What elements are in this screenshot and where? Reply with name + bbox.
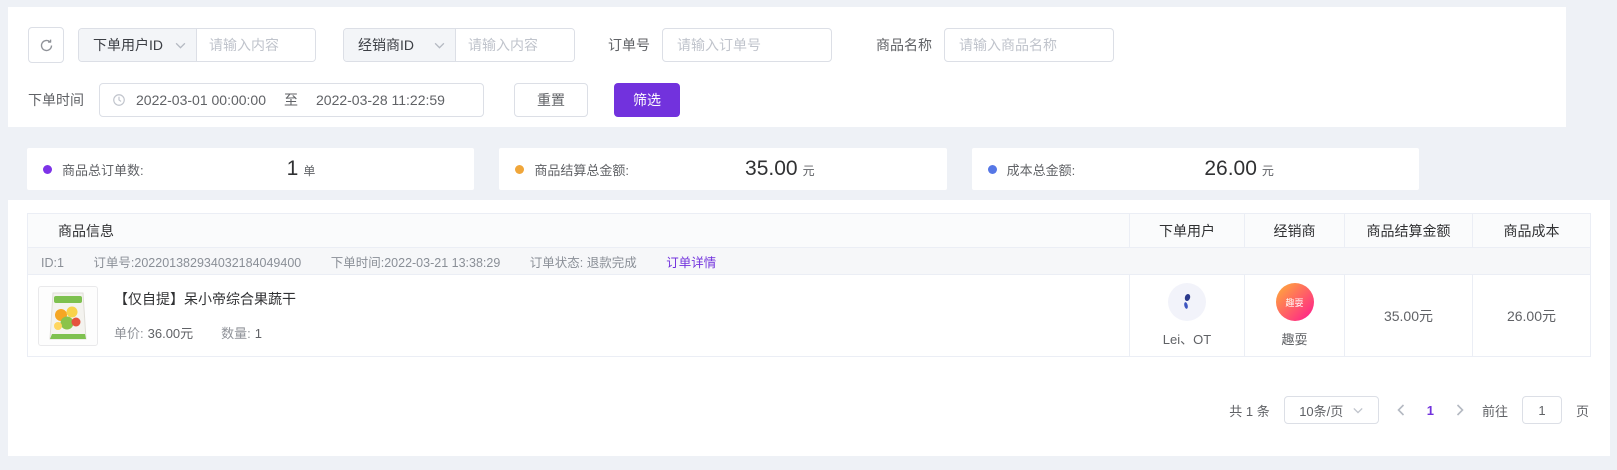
order-no-input[interactable]	[662, 28, 832, 62]
refresh-icon	[39, 38, 54, 53]
order-time-start: 2022-03-01 00:00:00	[136, 92, 266, 108]
product-price: 单价:36.00元	[114, 323, 193, 342]
order-time: 下单时间:2022-03-21 13:38:29	[331, 256, 501, 270]
stat-value: 35.00	[745, 157, 798, 181]
order-no: 订单号:202201382934032184049400	[93, 256, 301, 270]
header-dealer: 经销商	[1245, 214, 1345, 248]
stat-unit: 元	[803, 162, 815, 179]
chevron-right-icon	[1456, 404, 1464, 416]
order-time-range-input[interactable]: 2022-03-01 00:00:00 至 2022-03-28 11:22:5…	[99, 83, 484, 117]
chevron-down-icon	[434, 42, 445, 49]
order-detail-link[interactable]: 订单详情	[666, 256, 716, 270]
chevron-down-icon	[175, 42, 186, 49]
product-qty: 数量:1	[221, 323, 262, 342]
order-time-separator: 至	[276, 90, 306, 110]
table-header-row: 商品信息 下单用户 经销商 商品结算金额 商品成本	[28, 214, 1591, 248]
dealer-id-select-value: 经销商ID	[358, 35, 414, 55]
goto-label: 前往	[1482, 401, 1508, 420]
reset-button[interactable]: 重置	[514, 83, 588, 117]
buyer-id-select[interactable]: 下单用户ID	[79, 29, 197, 61]
product-name-input[interactable]	[944, 28, 1114, 62]
page-size-select[interactable]: 10条/页	[1284, 396, 1379, 424]
header-cost: 商品成本	[1473, 214, 1591, 248]
clock-icon	[112, 93, 126, 107]
stat-label: 成本总金额:	[1007, 160, 1076, 179]
pagination: 共 1 条 10条/页 1 前往 页	[27, 396, 1591, 424]
header-buyer: 下单用户	[1130, 214, 1245, 248]
stat-label: 商品结算总金额:	[534, 160, 629, 179]
chevron-left-icon	[1397, 404, 1405, 416]
filter-panel: 下单用户ID 经销商ID 订单号 商品名称 下单时间	[8, 7, 1566, 127]
next-page-button[interactable]	[1452, 404, 1468, 416]
product-title: 【仅自提】呆小帝综合果蔬干	[114, 289, 296, 309]
page-number-current[interactable]: 1	[1423, 403, 1438, 418]
dealer-id-filter-group: 经销商ID	[343, 28, 575, 62]
stat-card-settle-total: 商品结算总金额: 35.00 元	[499, 148, 946, 190]
header-settle-amount: 商品结算金额	[1345, 214, 1473, 248]
page-size-value: 10条/页	[1299, 401, 1343, 420]
stat-unit: 元	[1262, 162, 1274, 179]
buyer-name: Lei、OT	[1163, 332, 1211, 347]
cost-cell: 26.00元	[1473, 275, 1591, 357]
order-id: ID:1	[41, 256, 64, 270]
order-product-row: 【仅自提】呆小帝综合果蔬干 单价:36.00元 数量:1 Lei、OT	[28, 275, 1591, 357]
stat-card-order-count: 商品总订单数: 1 单	[27, 148, 474, 190]
purple-dot-icon	[43, 165, 52, 174]
product-name-label: 商品名称	[876, 35, 932, 55]
buyer-id-input[interactable]	[197, 29, 315, 61]
product-info-cell: 【仅自提】呆小帝综合果蔬干 单价:36.00元 数量:1	[28, 275, 1130, 357]
stat-value: 26.00	[1204, 157, 1257, 181]
stat-card-cost-total: 成本总金额: 26.00 元	[972, 148, 1419, 190]
filter-button[interactable]: 筛选	[614, 83, 680, 117]
order-time-label: 下单时间	[28, 90, 84, 110]
dealer-id-select[interactable]: 经销商ID	[344, 29, 456, 61]
pagination-total: 共 1 条	[1229, 401, 1269, 420]
dealer-avatar: 趣耍	[1276, 283, 1314, 321]
settle-amount-cell: 35.00元	[1345, 275, 1473, 357]
filter-row-2: 下单时间 2022-03-01 00:00:00 至 2022-03-28 11…	[28, 83, 1566, 117]
buyer-cell: Lei、OT	[1130, 275, 1245, 357]
page-label: 页	[1576, 401, 1589, 420]
stat-label: 商品总订单数:	[62, 160, 144, 179]
chevron-down-icon	[1353, 407, 1363, 414]
order-status: 订单状态: 退款完成	[530, 256, 637, 270]
buyer-id-select-value: 下单用户ID	[93, 35, 163, 55]
product-image	[38, 286, 98, 346]
dealer-name: 趣耍	[1281, 332, 1307, 347]
prev-page-button[interactable]	[1393, 404, 1409, 416]
filter-row-1: 下单用户ID 经销商ID 订单号 商品名称	[28, 27, 1566, 63]
dealer-cell: 趣耍 趣耍	[1245, 275, 1345, 357]
refresh-button[interactable]	[28, 27, 64, 63]
dealer-avatar-text: 趣耍	[1285, 296, 1303, 309]
stat-value: 1	[287, 157, 299, 181]
order-time-end: 2022-03-28 11:22:59	[316, 92, 445, 108]
product-text: 【仅自提】呆小帝综合果蔬干 单价:36.00元 数量:1	[114, 289, 296, 342]
order-no-label: 订单号	[608, 35, 650, 55]
stat-cards: 商品总订单数: 1 单 商品结算总金额: 35.00 元 成本总金额: 26.0…	[27, 148, 1419, 190]
blue-dot-icon	[988, 165, 997, 174]
orange-dot-icon	[515, 165, 524, 174]
buyer-avatar	[1168, 283, 1206, 321]
dealer-id-input[interactable]	[456, 29, 574, 61]
header-product-info: 商品信息	[28, 214, 1130, 248]
stat-unit: 单	[303, 162, 315, 179]
orders-table-panel: 商品信息 下单用户 经销商 商品结算金额 商品成本 ID:1 订单号:20220…	[8, 200, 1610, 456]
orders-table: 商品信息 下单用户 经销商 商品结算金额 商品成本 ID:1 订单号:20220…	[27, 213, 1591, 357]
order-meta-row: ID:1 订单号:202201382934032184049400 下单时间:2…	[28, 248, 1591, 275]
goto-page-input[interactable]	[1522, 396, 1562, 424]
buyer-id-filter-group: 下单用户ID	[78, 28, 316, 62]
